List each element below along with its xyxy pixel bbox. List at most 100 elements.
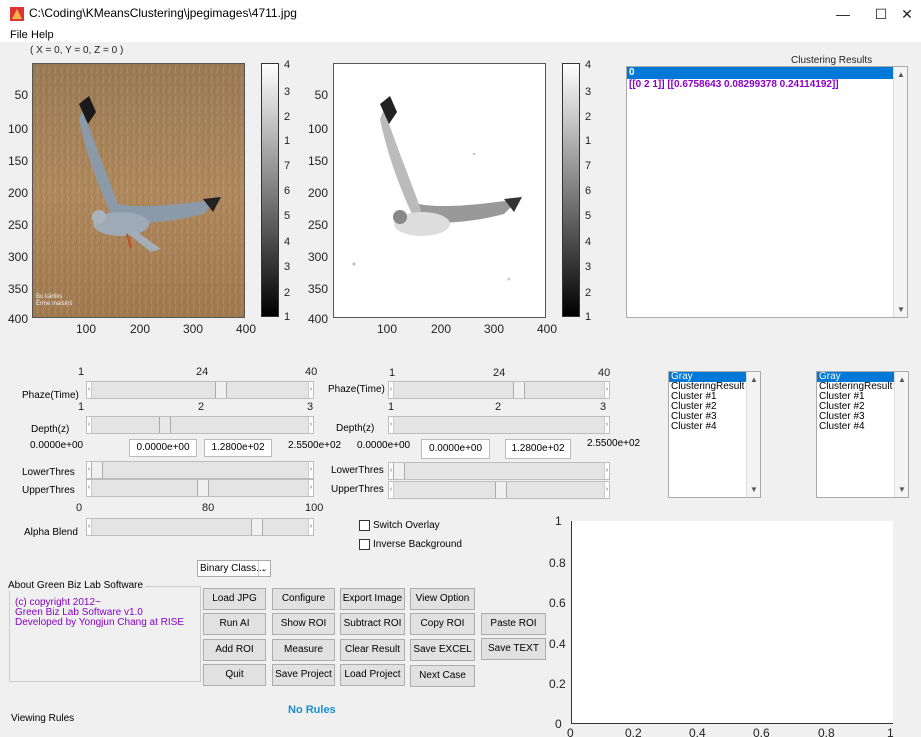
slider-left-arrow[interactable]: ‹ (87, 417, 92, 433)
plot-xtick: 0.8 (818, 726, 835, 737)
clear-result-button[interactable]: Clear Result (340, 639, 405, 661)
overlay-listbox-right[interactable]: Gray ClusteringResult Cluster #1 Cluster… (816, 371, 909, 498)
save-excel-button[interactable]: Save EXCEL (410, 639, 475, 661)
scroll-down-icon[interactable]: ▼ (895, 485, 908, 494)
ytick: 300 (7, 250, 28, 264)
listbox-scrollbar[interactable]: ▲ ▼ (894, 372, 908, 497)
binary-class-select[interactable]: Binary Class... ⌄ (197, 560, 271, 577)
results-line[interactable]: [[0 2 1]] [[0.6758643 0.08299378 0.24114… (627, 79, 907, 91)
load-jpg-button[interactable]: Load JPG File (203, 588, 266, 624)
save-text-button[interactable]: Save TEXT (481, 638, 546, 660)
slider-thumb[interactable] (197, 480, 209, 496)
slider-right-arrow[interactable]: › (604, 417, 609, 433)
quit-button[interactable]: Quit (203, 664, 266, 686)
slider-thumb[interactable] (159, 417, 171, 433)
switch-overlay-checkbox[interactable] (359, 520, 370, 531)
slider-thumb[interactable] (91, 462, 103, 478)
lower-thres-slider[interactable]: ‹ › (86, 461, 314, 479)
menu-file[interactable]: File (10, 29, 28, 41)
add-roi-button[interactable]: Add ROI (203, 639, 266, 661)
scroll-up-icon[interactable]: ▲ (894, 70, 907, 79)
menu-help[interactable]: Help (31, 29, 54, 41)
slider-thumb[interactable] (513, 382, 525, 398)
slider-left-arrow[interactable]: ‹ (87, 382, 92, 398)
next-case-button[interactable]: Next Case (410, 665, 475, 687)
xtick: 300 (183, 322, 204, 336)
cbar-tick: 1 (585, 135, 592, 147)
about-line: Developed by Yongjun Chang at RISE (15, 617, 185, 628)
scroll-up-icon[interactable]: ▲ (895, 375, 908, 384)
threshold-edit[interactable]: 0.0000e+00 (421, 439, 490, 459)
menu-bar: File Help (0, 28, 921, 42)
scroll-down-icon[interactable]: ▼ (747, 485, 760, 494)
threshold-edit[interactable]: 1.2800e+02 (204, 439, 272, 457)
slider-right-arrow[interactable]: › (604, 463, 609, 479)
slider-tick: 1 (78, 366, 85, 378)
slider-right-arrow[interactable]: › (604, 482, 609, 498)
inverse-background-checkbox[interactable] (359, 539, 370, 550)
measure-button[interactable]: Measure (272, 639, 335, 661)
slider-thumb[interactable] (393, 463, 405, 479)
slider-right-arrow[interactable]: › (308, 519, 313, 535)
load-project-button[interactable]: Load Project (340, 664, 405, 686)
upper-thres-slider-right[interactable]: ‹ › (388, 481, 610, 499)
configure-button[interactable]: Configure (272, 588, 335, 610)
clustering-results-list[interactable]: 0 [[0 2 1]] [[0.6758643 0.08299378 0.241… (626, 66, 908, 318)
slider-left-arrow[interactable]: ‹ (389, 417, 394, 433)
results-line[interactable]: 0 (627, 67, 894, 79)
original-image[interactable]: Bu kārtiks Ērme maisiņš (32, 63, 245, 318)
upper-thres-label: UpperThres (331, 484, 384, 495)
xtick: 400 (236, 322, 257, 336)
results-plot[interactable] (571, 521, 893, 724)
scroll-up-icon[interactable]: ▲ (747, 375, 760, 384)
slider-right-arrow[interactable]: › (308, 417, 313, 433)
slider-thumb[interactable] (215, 382, 227, 398)
depth-label: Depth(z) (31, 424, 70, 435)
subtract-roi-button[interactable]: Subtract ROI (340, 613, 405, 635)
slider-left-arrow[interactable]: ‹ (389, 482, 394, 498)
cbar-tick: 1 (284, 135, 291, 147)
processed-image[interactable] (333, 63, 546, 318)
results-scrollbar[interactable]: ▲ ▼ (893, 67, 907, 317)
slider-left-arrow[interactable]: ‹ (87, 480, 92, 496)
cbar-tick: 6 (585, 185, 592, 197)
xtick: 400 (537, 322, 558, 336)
slider-right-arrow[interactable]: › (308, 462, 313, 478)
slider-right-arrow[interactable]: › (604, 382, 609, 398)
slider-left-arrow[interactable]: ‹ (87, 519, 92, 535)
depth-slider[interactable]: ‹ › (86, 416, 314, 434)
close-button[interactable]: ✕ (884, 0, 921, 28)
save-project-button[interactable]: Save Project (272, 664, 335, 686)
scroll-down-icon[interactable]: ▼ (894, 305, 907, 314)
alpha-blend-slider[interactable]: ‹ › (86, 518, 314, 536)
depth-slider-right[interactable]: ‹ › (388, 416, 610, 434)
copy-roi-button[interactable]: Copy ROI (410, 613, 475, 635)
photo-watermark: Bu kārtiks Ērme maisiņš (36, 294, 73, 307)
overlay-listbox-left[interactable]: Gray ClusteringResult Cluster #1 Cluster… (668, 371, 761, 498)
cbar-tick: 2 (585, 111, 592, 123)
show-roi-button[interactable]: Show ROI (272, 613, 335, 635)
upper-thres-slider[interactable]: ‹ › (86, 479, 314, 497)
slider-tick: 40 (598, 367, 611, 379)
slider-thumb[interactable] (251, 519, 263, 535)
chevron-down-icon[interactable]: ⌄ (258, 561, 270, 576)
threshold-edit[interactable]: 1.2800e+02 (505, 439, 571, 459)
cbar-tick: 4 (585, 59, 592, 71)
paste-roi-button[interactable]: Paste ROI (481, 613, 546, 635)
right-colorbar (562, 63, 580, 317)
listbox-scrollbar[interactable]: ▲ ▼ (746, 372, 760, 497)
phaze-slider[interactable]: ‹ › (86, 381, 314, 399)
phaze-label: Phaze(Time) (22, 390, 79, 401)
run-ai-button[interactable]: Run AI (203, 613, 266, 635)
slider-right-arrow[interactable]: › (308, 480, 313, 496)
threshold-edit[interactable]: 0.0000e+00 (129, 439, 197, 457)
cbar-tick: 5 (585, 210, 592, 222)
slider-thumb[interactable] (495, 482, 507, 498)
phaze-slider-right[interactable]: ‹ › (388, 381, 610, 399)
lower-thres-slider-right[interactable]: ‹ › (388, 462, 610, 480)
export-image-button[interactable]: Export Image (340, 588, 405, 610)
slider-right-arrow[interactable]: › (308, 382, 313, 398)
slider-tick: 0 (76, 502, 83, 514)
slider-left-arrow[interactable]: ‹ (389, 382, 394, 398)
view-option-button[interactable]: View Option (410, 588, 475, 610)
